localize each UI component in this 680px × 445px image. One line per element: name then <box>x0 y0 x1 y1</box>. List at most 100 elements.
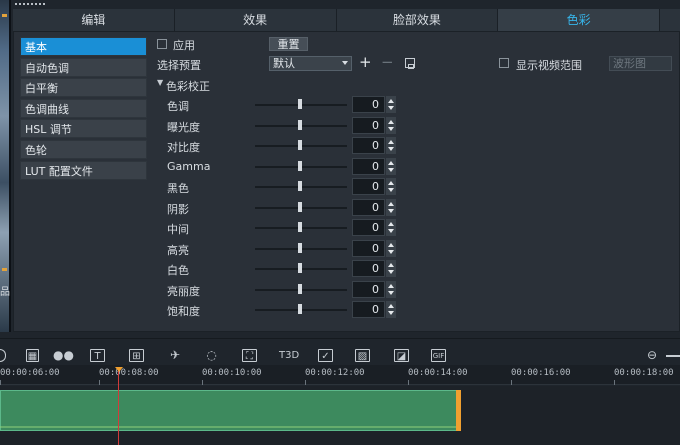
spinner[interactable] <box>386 158 396 175</box>
effects-icon[interactable]: ◪ <box>394 349 409 362</box>
title-icon[interactable]: T <box>90 349 105 362</box>
expand-triangle-icon[interactable]: ▼ <box>157 78 163 87</box>
down-arrow-icon[interactable] <box>388 147 394 151</box>
up-arrow-icon[interactable] <box>388 263 394 267</box>
value-field[interactable]: 0 <box>352 117 385 134</box>
slider-thumb[interactable] <box>298 161 302 171</box>
slider-thumb[interactable] <box>298 140 302 150</box>
sidebar-item-tone-curve[interactable]: 色调曲线 <box>20 98 147 118</box>
down-arrow-icon[interactable] <box>388 311 394 315</box>
multicam-icon[interactable]: ▦ <box>26 349 39 362</box>
slider-thumb[interactable] <box>298 99 302 109</box>
value-field[interactable]: 0 <box>352 199 385 216</box>
down-arrow-icon[interactable] <box>388 127 394 131</box>
value-field[interactable]: 0 <box>352 260 385 277</box>
spinner[interactable] <box>386 117 396 134</box>
value-field[interactable]: 0 <box>352 178 385 195</box>
sidebar-item-color-wheel[interactable]: 色轮 <box>20 139 147 159</box>
tab-edit[interactable]: 编辑 <box>13 9 175 31</box>
up-arrow-icon[interactable] <box>388 140 394 144</box>
record-icon[interactable] <box>0 349 6 362</box>
split-screen-icon[interactable]: ⊞ <box>129 349 144 362</box>
sidebar-item-hsl[interactable]: HSL 调节 <box>20 119 147 139</box>
value-field[interactable]: 0 <box>352 240 385 257</box>
audio-line <box>0 426 459 428</box>
sidebar-item-lut[interactable]: LUT 配置文件 <box>20 160 147 180</box>
tab-effects[interactable]: 效果 <box>174 9 337 31</box>
show-video-range-checkbox[interactable] <box>499 58 509 68</box>
down-arrow-icon[interactable] <box>388 270 394 274</box>
sidebar-item-white-balance[interactable]: 白平衡 <box>20 78 147 98</box>
mask-icon[interactable]: ◌ <box>204 349 219 362</box>
save-icon[interactable] <box>405 58 415 69</box>
drag-handle[interactable] <box>14 2 46 6</box>
slider-thumb[interactable] <box>298 304 302 314</box>
color-grading-icon[interactable]: ✓ <box>318 349 333 362</box>
apply-checkbox[interactable] <box>157 39 167 49</box>
spinner[interactable] <box>386 301 396 318</box>
up-arrow-icon[interactable] <box>388 181 394 185</box>
down-arrow-icon[interactable] <box>388 291 394 295</box>
down-arrow-icon[interactable] <box>388 250 394 254</box>
timeline-ruler[interactable]: 00:00:06:00 00:00:08:00 00:00:10:00 00:0… <box>0 365 680 385</box>
spinner[interactable] <box>386 281 396 298</box>
sidebar-item-basic[interactable]: 基本 <box>20 37 147 56</box>
crop-icon[interactable]: ⛶ <box>242 349 257 362</box>
up-arrow-icon[interactable] <box>388 284 394 288</box>
slider-thumb[interactable] <box>298 284 302 294</box>
range-select[interactable]: 波形图 <box>609 56 672 71</box>
adjust-row-exposure: 曝光度 0 <box>167 117 397 135</box>
down-arrow-icon[interactable] <box>388 168 394 172</box>
down-arrow-icon[interactable] <box>388 229 394 233</box>
down-arrow-icon[interactable] <box>388 209 394 213</box>
value-field[interactable]: 0 <box>352 137 385 154</box>
gif-icon[interactable]: GIF <box>431 349 446 362</box>
up-arrow-icon[interactable] <box>388 243 394 247</box>
value-field[interactable]: 0 <box>352 158 385 175</box>
value-field[interactable]: 0 <box>352 219 385 236</box>
sidebar-item-auto-tone[interactable]: 自动色调 <box>20 57 147 77</box>
spinner[interactable] <box>386 137 396 154</box>
zoom-out-icon[interactable]: ⊖ <box>646 349 658 362</box>
spinner[interactable] <box>386 96 396 113</box>
3d-title-icon[interactable]: T3D <box>279 349 299 362</box>
preset-select[interactable]: 默认 <box>269 56 352 71</box>
spinner[interactable] <box>386 240 396 257</box>
zoom-slider[interactable] <box>666 355 680 357</box>
up-arrow-icon[interactable] <box>388 120 394 124</box>
spinner[interactable] <box>386 199 396 216</box>
up-arrow-icon[interactable] <box>388 99 394 103</box>
value-field[interactable]: 0 <box>352 301 385 318</box>
color-sidebar: 基本 自动色调 白平衡 色调曲线 HSL 调节 色轮 LUT 配置文件 <box>20 37 147 181</box>
slider-thumb[interactable] <box>298 120 302 130</box>
up-arrow-icon[interactable] <box>388 222 394 226</box>
up-arrow-icon[interactable] <box>388 304 394 308</box>
tab-face-effects[interactable]: 脸部效果 <box>336 9 499 31</box>
spinner[interactable] <box>386 260 396 277</box>
reset-button[interactable]: 重置 <box>269 37 308 51</box>
painting-icon[interactable]: ▨ <box>355 349 370 362</box>
slider-thumb[interactable] <box>298 243 302 253</box>
playhead[interactable] <box>118 367 119 445</box>
down-arrow-icon[interactable] <box>388 188 394 192</box>
value-field[interactable]: 0 <box>352 281 385 298</box>
overlay-icon[interactable]: ●● <box>53 349 74 362</box>
video-clip[interactable] <box>0 390 459 431</box>
add-preset-icon[interactable]: + <box>359 55 372 70</box>
adjust-label: 曝光度 <box>167 121 200 134</box>
motion-track-icon[interactable]: ✈ <box>167 349 183 362</box>
down-arrow-icon[interactable] <box>388 106 394 110</box>
up-arrow-icon[interactable] <box>388 202 394 206</box>
slider-thumb[interactable] <box>298 181 302 191</box>
spinner[interactable] <box>386 219 396 236</box>
spinner[interactable] <box>386 178 396 195</box>
value-field[interactable]: 0 <box>352 96 385 113</box>
up-arrow-icon[interactable] <box>388 161 394 165</box>
playhead-marker[interactable] <box>115 367 123 372</box>
slider-thumb[interactable] <box>298 202 302 212</box>
slider-thumb[interactable] <box>298 263 302 273</box>
slider-thumb[interactable] <box>298 222 302 232</box>
clip-trim-handle[interactable] <box>456 390 461 431</box>
remove-preset-icon[interactable]: − <box>381 55 394 70</box>
tab-color[interactable]: 色彩 <box>498 9 660 31</box>
